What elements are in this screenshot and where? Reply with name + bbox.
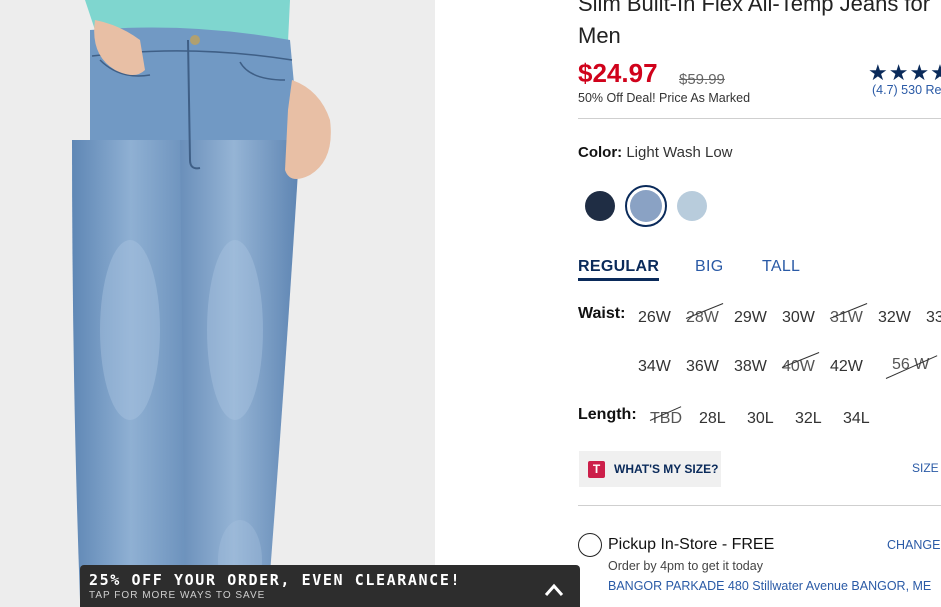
color-swatch-light-wash[interactable] — [630, 190, 662, 222]
waist-option-unavailable[interactable]: 56 W — [892, 356, 929, 374]
length-option[interactable]: 30L — [747, 410, 774, 428]
product-title: Slim Built-In Flex All-Temp Jeans for Me… — [578, 0, 941, 52]
waist-option[interactable]: 26W — [638, 309, 671, 327]
chevron-up-icon[interactable] — [544, 583, 564, 597]
color-swatch-lightest[interactable] — [677, 191, 707, 221]
whats-my-size-label: WHAT'S MY SIZE? — [614, 462, 719, 476]
length-option[interactable]: 34L — [843, 410, 870, 428]
product-image — [0, 0, 435, 607]
original-price: $59.99 — [679, 71, 725, 88]
waist-option[interactable]: 42W — [830, 358, 863, 376]
waist-option[interactable]: 36W — [686, 358, 719, 376]
divider — [578, 118, 941, 119]
waist-option[interactable]: 30W — [782, 309, 815, 327]
divider — [578, 505, 941, 506]
color-swatch-dark[interactable] — [585, 191, 615, 221]
color-label: Color: — [578, 144, 623, 161]
tab-tall[interactable]: TALL — [762, 258, 800, 276]
reviews-link[interactable]: (4.7) 530 Reviews — [872, 83, 941, 97]
tab-big[interactable]: BIG — [695, 258, 723, 276]
promo-subline: TAP FOR MORE WAYS TO SAVE — [89, 590, 266, 601]
length-label: Length: — [578, 406, 637, 423]
length-option[interactable]: 28L — [699, 410, 726, 428]
pickup-label: Pickup In-Store - FREE — [608, 536, 775, 553]
order-by-text: Order by 4pm to get it today — [608, 559, 763, 573]
length-option[interactable]: 32L — [795, 410, 822, 428]
color-value: Light Wash Low — [626, 144, 733, 161]
promo-banner[interactable]: 25% OFF YOUR ORDER, EVEN CLEARANCE! TAP … — [80, 565, 580, 607]
color-selection: Color: Light Wash Low — [578, 144, 733, 161]
product-title-line1: Slim Built-In Flex All-Temp Jeans for — [578, 0, 931, 16]
product-title-line2: Men — [578, 23, 621, 48]
pickup-radio[interactable] — [578, 533, 602, 557]
waist-option[interactable]: 29W — [734, 309, 767, 327]
tab-regular[interactable]: REGULAR — [578, 258, 660, 281]
sale-price: $24.97 — [578, 58, 658, 88]
store-address-link[interactable]: BANGOR PARKADE 480 Stillwater Avenue BAN… — [608, 579, 931, 593]
jeans-illustration — [0, 0, 435, 607]
change-store-link[interactable]: CHANGE STORE — [887, 538, 941, 552]
waist-option[interactable]: 38W — [734, 358, 767, 376]
waist-option[interactable]: 32W — [878, 309, 911, 327]
waist-label: Waist: — [578, 305, 626, 322]
promo-headline: 25% OFF YOUR ORDER, EVEN CLEARANCE! — [89, 571, 462, 589]
deal-text: 50% Off Deal! Price As Marked — [578, 91, 751, 105]
size-chart-link[interactable]: SIZE CHART — [912, 461, 941, 475]
waist-option[interactable]: 33W — [926, 309, 941, 327]
waist-option[interactable]: 34W — [638, 358, 671, 376]
whats-my-size-button[interactable]: T WHAT'S MY SIZE? — [579, 451, 721, 487]
brand-t-icon: T — [588, 461, 605, 478]
